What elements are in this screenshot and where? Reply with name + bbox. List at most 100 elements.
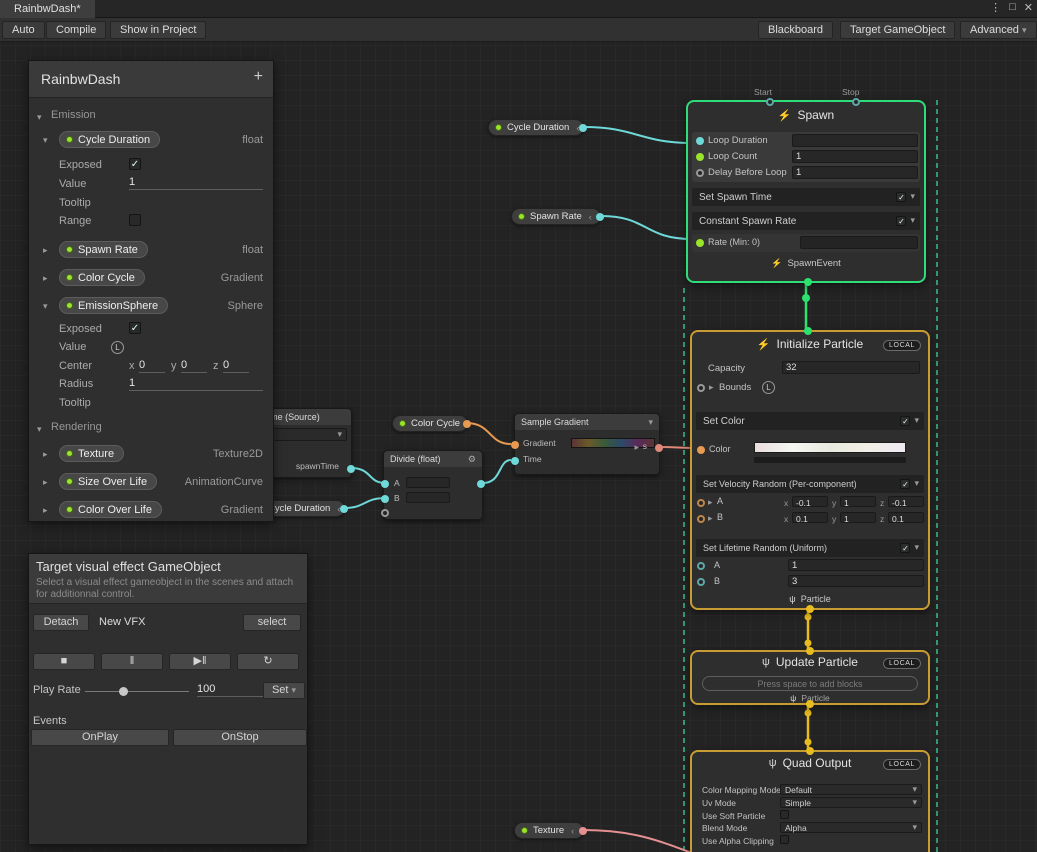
- chevron-right-icon[interactable]: ▸: [43, 245, 48, 256]
- blend-mode-dropdown[interactable]: Alpha▾: [780, 822, 922, 833]
- use-soft-particle-checkbox[interactable]: [780, 810, 789, 819]
- detach-button[interactable]: Detach: [33, 614, 89, 631]
- color-gradient-preview[interactable]: [754, 442, 906, 453]
- block-enabled-checkbox[interactable]: ✓: [900, 479, 910, 489]
- context-quad-output[interactable]: ψ Quad Output LOCAL Color Mapping Mode D…: [690, 750, 930, 852]
- chevron-left-icon[interactable]: ‹: [589, 212, 592, 222]
- use-alpha-clipping-checkbox[interactable]: [780, 835, 789, 844]
- exposed-checkbox[interactable]: ✓: [129, 322, 141, 334]
- auto-button[interactable]: Auto: [2, 21, 45, 39]
- velocity-a-port[interactable]: [697, 499, 705, 507]
- pill-color-cycle[interactable]: Color Cycle ‹: [392, 415, 468, 432]
- chevron-down-icon[interactable]: ▾: [37, 112, 42, 123]
- param-texture[interactable]: Texture: [59, 445, 124, 462]
- edge-cycleduration-loopduration[interactable]: [584, 127, 692, 143]
- param-cycle-duration[interactable]: Cycle Duration: [59, 131, 160, 148]
- loop-duration-field[interactable]: [792, 134, 918, 147]
- divide-a-port[interactable]: [381, 480, 389, 488]
- block-constant-spawn-rate[interactable]: Constant Spawn Rate ✓▾: [692, 212, 920, 230]
- chevron-right-icon[interactable]: ▸: [709, 382, 714, 393]
- onplay-button[interactable]: OnPlay: [31, 729, 169, 746]
- edge-spawntime-divide-a[interactable]: [351, 468, 385, 483]
- restart-button[interactable]: ↻: [237, 653, 299, 670]
- pill-texture[interactable]: Texture ‹: [514, 822, 584, 839]
- block-enabled-checkbox[interactable]: ✓: [896, 216, 906, 226]
- chevron-right-icon[interactable]: ▸: [43, 477, 48, 488]
- block-enabled-checkbox[interactable]: ✓: [896, 192, 906, 202]
- loop-count-field[interactable]: 1: [792, 150, 918, 163]
- chevron-down-icon[interactable]: ▾: [37, 424, 42, 435]
- pill-output-port[interactable]: [579, 124, 587, 132]
- block-set-color[interactable]: Set Color ✓▾: [696, 412, 924, 430]
- chevron-down-icon[interactable]: ▾: [914, 415, 919, 426]
- chevron-down-icon[interactable]: ▾: [910, 191, 915, 202]
- set-dropdown-button[interactable]: Set ▾: [263, 682, 305, 699]
- flow-anchor-updatein[interactable]: [805, 640, 812, 647]
- divide-b-field[interactable]: [406, 492, 450, 503]
- edge-texture-quadoutput[interactable]: [583, 830, 700, 852]
- param-color-over-life[interactable]: Color Over Life: [59, 501, 162, 518]
- loop-count-port[interactable]: [696, 153, 704, 161]
- pill-output-port[interactable]: [463, 420, 471, 428]
- asset-tab[interactable]: RainbwDash*: [0, 0, 95, 18]
- node-divide[interactable]: Divide (float) ⚙ A B: [383, 450, 483, 520]
- center-x-field[interactable]: 0: [139, 359, 165, 373]
- center-z-field[interactable]: 0: [223, 359, 249, 373]
- pill-output-port[interactable]: [596, 213, 604, 221]
- local-space-badge[interactable]: L: [111, 341, 124, 354]
- close-icon[interactable]: ✕: [1024, 1, 1033, 14]
- velocity-a-y[interactable]: 1: [840, 496, 876, 507]
- target-gameobject-toggle-button[interactable]: Target GameObject: [840, 21, 955, 39]
- param-color-cycle[interactable]: Color Cycle: [59, 269, 145, 286]
- chevron-down-icon[interactable]: ▾: [914, 542, 919, 553]
- edge-cycleduration-divide-b[interactable]: [344, 498, 385, 508]
- show-in-project-button[interactable]: Show in Project: [110, 21, 206, 39]
- select-button[interactable]: select: [243, 614, 301, 631]
- chevron-right-icon[interactable]: ▸: [43, 505, 48, 516]
- category-rendering[interactable]: Rendering: [51, 421, 102, 433]
- loop-duration-port[interactable]: [696, 137, 704, 145]
- delay-field[interactable]: 1: [792, 166, 918, 179]
- delay-before-loop-port[interactable]: [696, 169, 704, 177]
- flow-anchor-initout[interactable]: [805, 614, 812, 621]
- chevron-right-icon[interactable]: ▸: [43, 273, 48, 284]
- chevron-down-icon[interactable]: ▾: [43, 135, 48, 146]
- divide-extra-port[interactable]: [381, 509, 389, 517]
- chevron-right-icon[interactable]: ▸: [708, 497, 713, 508]
- chevron-down-icon[interactable]: ▾: [914, 478, 919, 489]
- samplegradient-time-port[interactable]: [511, 457, 519, 465]
- advanced-dropdown-button[interactable]: Advanced ▾: [960, 21, 1037, 39]
- color-mapping-mode-dropdown[interactable]: Default▾: [780, 784, 922, 795]
- onstop-button[interactable]: OnStop: [173, 729, 307, 746]
- range-checkbox[interactable]: [129, 214, 141, 226]
- samplegradient-gradient-port[interactable]: [511, 441, 519, 449]
- chevron-down-icon[interactable]: ▾: [910, 215, 915, 226]
- param-emission-sphere[interactable]: EmissionSphere: [59, 297, 168, 314]
- param-size-over-life[interactable]: Size Over Life: [59, 473, 157, 490]
- context-initialize-particle[interactable]: ⚡ Initialize Particle LOCAL Capacity 32 …: [690, 330, 930, 610]
- menu-icon[interactable]: ⋮: [990, 1, 1001, 14]
- block-enabled-checkbox[interactable]: ✓: [900, 416, 910, 426]
- category-emission[interactable]: Emission: [51, 109, 96, 121]
- pill-cycle-duration[interactable]: Cycle Duration ‹: [488, 119, 584, 136]
- add-parameter-button[interactable]: +: [254, 68, 263, 86]
- spawntime-output-port[interactable]: [347, 465, 355, 473]
- blackboard-toggle-button[interactable]: Blackboard: [758, 21, 833, 39]
- center-y-field[interactable]: 0: [181, 359, 207, 373]
- node-sample-gradient[interactable]: Sample Gradient ▾ Gradient Time ▸ s: [514, 413, 660, 475]
- color-port[interactable]: [697, 446, 705, 454]
- flow-anchor-quadin[interactable]: [805, 739, 812, 746]
- play-rate-slider-knob[interactable]: [119, 687, 128, 696]
- chevron-right-icon[interactable]: ▸: [43, 449, 48, 460]
- chevron-down-icon[interactable]: ▾: [43, 301, 48, 312]
- uv-mode-dropdown[interactable]: Simple▾: [780, 797, 922, 808]
- lifetime-a-port[interactable]: [697, 562, 705, 570]
- target-gameobject-panel[interactable]: Target visual effect GameObject Select a…: [28, 553, 308, 845]
- quad-input-flowport[interactable]: [806, 747, 814, 755]
- context-update-particle[interactable]: ψ Update Particle LOCAL Press space to a…: [690, 650, 930, 705]
- play-rate-slider[interactable]: [85, 691, 189, 692]
- flow-anchor-spawnout[interactable]: [802, 294, 810, 302]
- rate-port[interactable]: [696, 239, 704, 247]
- edge-colorcycle-gradient[interactable]: [466, 423, 511, 444]
- block-set-spawn-time[interactable]: Set Spawn Time ✓▾: [692, 188, 920, 206]
